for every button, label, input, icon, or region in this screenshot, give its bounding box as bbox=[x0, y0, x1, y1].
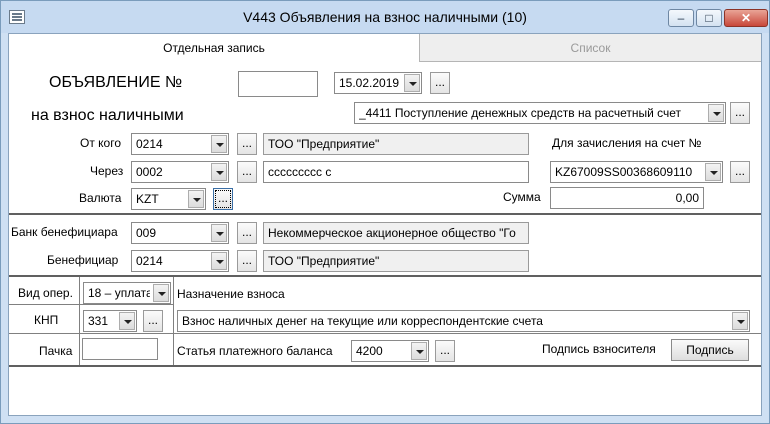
currency-ellipsis-button[interactable]: ... bbox=[213, 188, 233, 210]
date-value: 15.02.2019 bbox=[339, 76, 400, 90]
chevron-down-icon[interactable] bbox=[211, 224, 227, 242]
date-picker[interactable]: 15.02.2019 bbox=[334, 72, 422, 94]
through-code-value: 0002 bbox=[136, 165, 163, 179]
title-bar[interactable]: V443 Объявления на взнос наличными (10) … bbox=[1, 1, 769, 33]
knp-ellipsis-button[interactable]: ... bbox=[143, 310, 163, 332]
sum-input[interactable]: 0,00 bbox=[550, 187, 704, 209]
operation-type-value: _4411 Поступление денежных средств на ра… bbox=[359, 106, 682, 120]
grid-line bbox=[173, 277, 174, 366]
bank-label: Банк бенефициара bbox=[11, 225, 118, 239]
chevron-down-icon[interactable] bbox=[153, 284, 169, 302]
tab-single-record[interactable]: Отдельная запись bbox=[9, 34, 420, 62]
op-type-value: 18 – уплата bbox=[88, 286, 150, 300]
chevron-down-icon[interactable] bbox=[732, 312, 748, 330]
doc-subtitle: на взнос наличными bbox=[31, 107, 184, 124]
chevron-down-icon[interactable] bbox=[211, 163, 227, 181]
pack-input[interactable] bbox=[82, 338, 158, 360]
grid-line bbox=[79, 277, 80, 366]
doc-number-input[interactable] bbox=[238, 71, 318, 97]
currency-select[interactable]: KZT bbox=[131, 188, 206, 210]
from-name-field: ТОО "Предприятие" bbox=[263, 133, 529, 155]
section-divider bbox=[9, 213, 761, 215]
through-ellipsis-button[interactable]: ... bbox=[237, 161, 257, 183]
signature-button[interactable]: Подпись bbox=[671, 339, 749, 361]
through-code-select[interactable]: 0002 bbox=[131, 161, 229, 183]
date-ellipsis-button[interactable]: ... bbox=[430, 72, 450, 94]
app-window: V443 Объявления на взнос наличными (10) … bbox=[0, 0, 770, 424]
pack-label: Пачка bbox=[39, 344, 73, 358]
grid-line bbox=[9, 333, 761, 334]
minimize-button[interactable]: – bbox=[668, 9, 694, 27]
chevron-down-icon[interactable] bbox=[708, 104, 724, 122]
account-label: Для зачисления на счет № bbox=[552, 136, 702, 150]
knp-select[interactable]: 331 bbox=[83, 310, 137, 332]
chevron-down-icon[interactable] bbox=[705, 163, 721, 181]
form-area: Отдельная запись Список ОБЪЯВЛЕНИЕ № 15.… bbox=[8, 33, 762, 416]
section-divider bbox=[9, 275, 761, 277]
bank-ellipsis-button[interactable]: ... bbox=[237, 222, 257, 244]
balance-ellipsis-button[interactable]: ... bbox=[435, 340, 455, 362]
chevron-down-icon[interactable] bbox=[211, 252, 227, 270]
section-divider bbox=[9, 365, 761, 367]
balance-select[interactable]: 4200 bbox=[351, 340, 429, 362]
signature-label: Подпись взносителя bbox=[542, 342, 656, 356]
from-code-value: 0214 bbox=[136, 137, 163, 151]
account-value: KZ67009SS00368609110 bbox=[555, 165, 693, 179]
knp-value: 331 bbox=[88, 314, 109, 328]
beneficiary-label: Бенефициар bbox=[47, 253, 119, 267]
bank-name-field: Некоммерческое акционерное общество "Го bbox=[263, 222, 529, 244]
balance-value: 4200 bbox=[356, 344, 383, 358]
account-select[interactable]: KZ67009SS00368609110 bbox=[550, 161, 723, 183]
chevron-down-icon[interactable] bbox=[404, 74, 420, 92]
tab-list[interactable]: Список bbox=[420, 34, 761, 62]
account-ellipsis-button[interactable]: ... bbox=[730, 161, 750, 183]
purpose-value: Взнос наличных денег на текущие или корр… bbox=[182, 314, 543, 328]
beneficiary-name-field: ТОО "Предприятие" bbox=[263, 250, 529, 272]
balance-label: Статья платежного баланса bbox=[177, 344, 333, 358]
operation-type-ellipsis-button[interactable]: ... bbox=[730, 102, 750, 124]
sum-label: Сумма bbox=[503, 190, 541, 204]
from-code-select[interactable]: 0214 bbox=[131, 133, 229, 155]
purpose-label: Назначение взноса bbox=[177, 287, 285, 301]
through-name-input[interactable]: ссссссссс с bbox=[263, 161, 529, 183]
op-type-select[interactable]: 18 – уплата bbox=[83, 282, 171, 304]
operation-type-select[interactable]: _4411 Поступление денежных средств на ра… bbox=[354, 102, 726, 124]
chevron-down-icon[interactable] bbox=[211, 135, 227, 153]
close-button[interactable]: ✕ bbox=[724, 9, 768, 27]
chevron-down-icon[interactable] bbox=[188, 190, 204, 208]
op-type-label: Вид опер. bbox=[18, 286, 73, 300]
from-ellipsis-button[interactable]: ... bbox=[237, 133, 257, 155]
chevron-down-icon[interactable] bbox=[411, 342, 427, 360]
currency-value: KZT bbox=[136, 192, 159, 206]
beneficiary-code-select[interactable]: 0214 bbox=[131, 250, 229, 272]
through-label: Через bbox=[90, 164, 124, 178]
purpose-select[interactable]: Взнос наличных денег на текущие или корр… bbox=[177, 310, 750, 332]
bank-code-select[interactable]: 009 bbox=[131, 222, 229, 244]
currency-label: Валюта bbox=[79, 191, 122, 205]
beneficiary-ellipsis-button[interactable]: ... bbox=[237, 250, 257, 272]
maximize-button[interactable]: □ bbox=[696, 9, 722, 27]
grid-line bbox=[9, 304, 174, 305]
beneficiary-code-value: 0214 bbox=[136, 254, 163, 268]
doc-title: ОБЪЯВЛЕНИЕ № bbox=[49, 74, 183, 91]
chevron-down-icon[interactable] bbox=[119, 312, 135, 330]
knp-label: КНП bbox=[34, 313, 59, 327]
from-label: От кого bbox=[80, 136, 122, 150]
window-title: V443 Объявления на взнос наличными (10) bbox=[243, 9, 527, 25]
bank-code-value: 009 bbox=[136, 226, 157, 240]
